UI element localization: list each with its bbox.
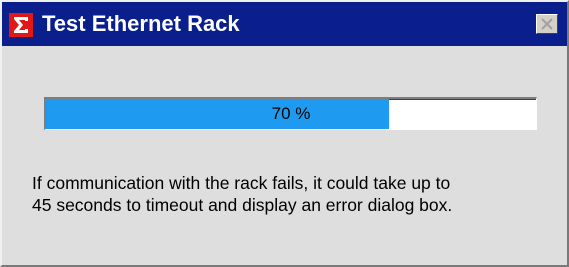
dialog-window: Test Ethernet Rack 70 % If communication… (0, 0, 569, 267)
progress-label: 70 % (271, 104, 311, 123)
window-title: Test Ethernet Rack (42, 11, 240, 36)
progress-bar: 70 % (44, 97, 537, 130)
sigma-app-icon (9, 13, 33, 37)
dialog-content: 70 % If communication with the rack fail… (2, 46, 567, 265)
close-button[interactable] (536, 14, 558, 34)
title-bar[interactable]: Test Ethernet Rack (2, 2, 567, 46)
info-message: If communication with the rack fails, it… (32, 172, 562, 216)
close-icon (541, 18, 553, 30)
message-line-2: 45 seconds to timeout and display an err… (32, 195, 453, 215)
message-line-1: If communication with the rack fails, it… (32, 173, 451, 193)
